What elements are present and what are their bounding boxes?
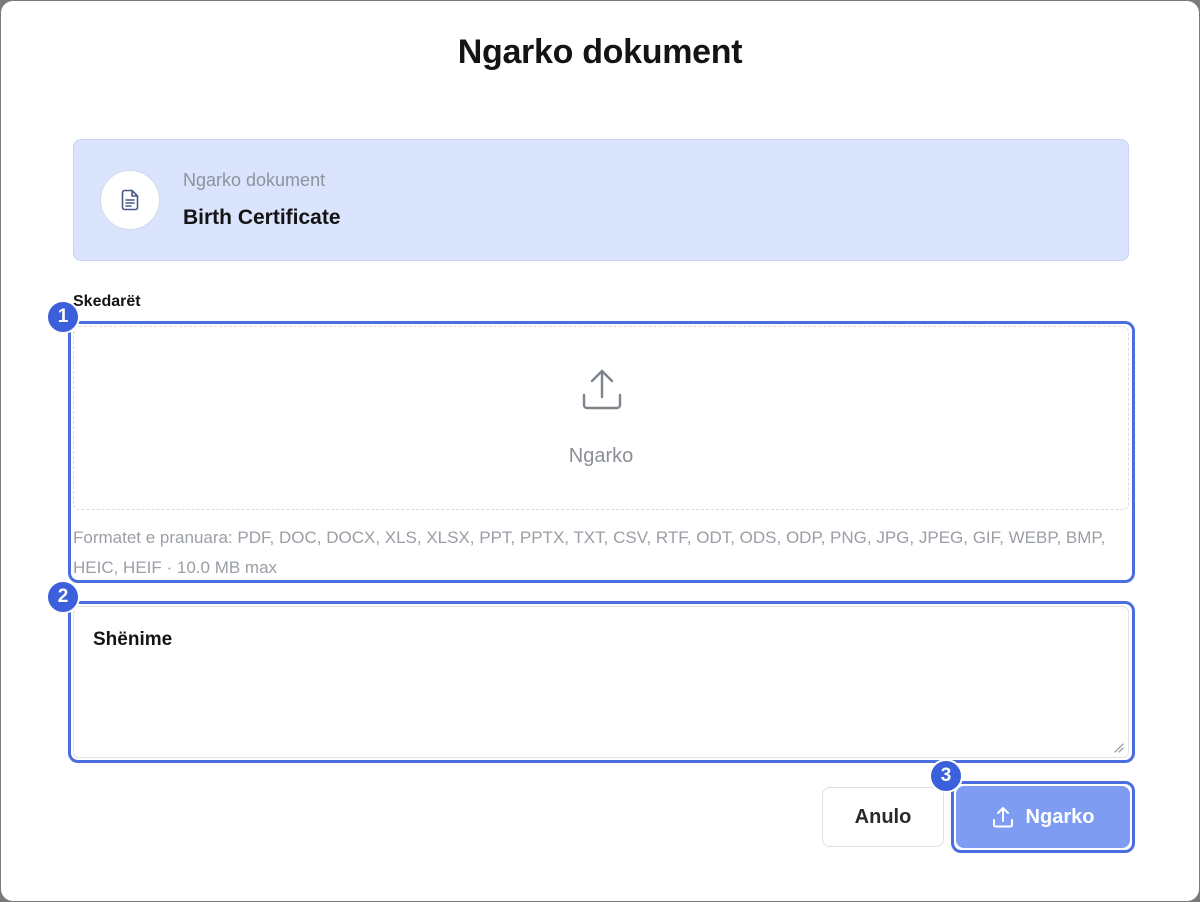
cancel-button[interactable]: Anulo [822, 787, 944, 847]
annotation-highlight-1 [68, 321, 1135, 583]
annotation-highlight-2 [68, 601, 1135, 763]
file-text-icon [121, 189, 139, 211]
document-icon-circle [100, 170, 160, 230]
annotation-badge-1: 1 [46, 300, 80, 334]
upload-dialog: Ngarko dokument Ngarko dokument Birth Ce… [1, 1, 1199, 901]
annotation-badge-3: 3 [929, 759, 963, 793]
files-label: Skedarët [73, 293, 141, 310]
annotation-badge-2: 2 [46, 580, 80, 614]
document-label: Ngarko dokument [183, 170, 326, 190]
document-name: Birth Certificate [183, 206, 341, 229]
annotation-highlight-3 [951, 781, 1135, 853]
document-info-card: Ngarko dokument Birth Certificate [73, 139, 1129, 261]
dialog-title: Ngarko dokument [457, 33, 743, 71]
